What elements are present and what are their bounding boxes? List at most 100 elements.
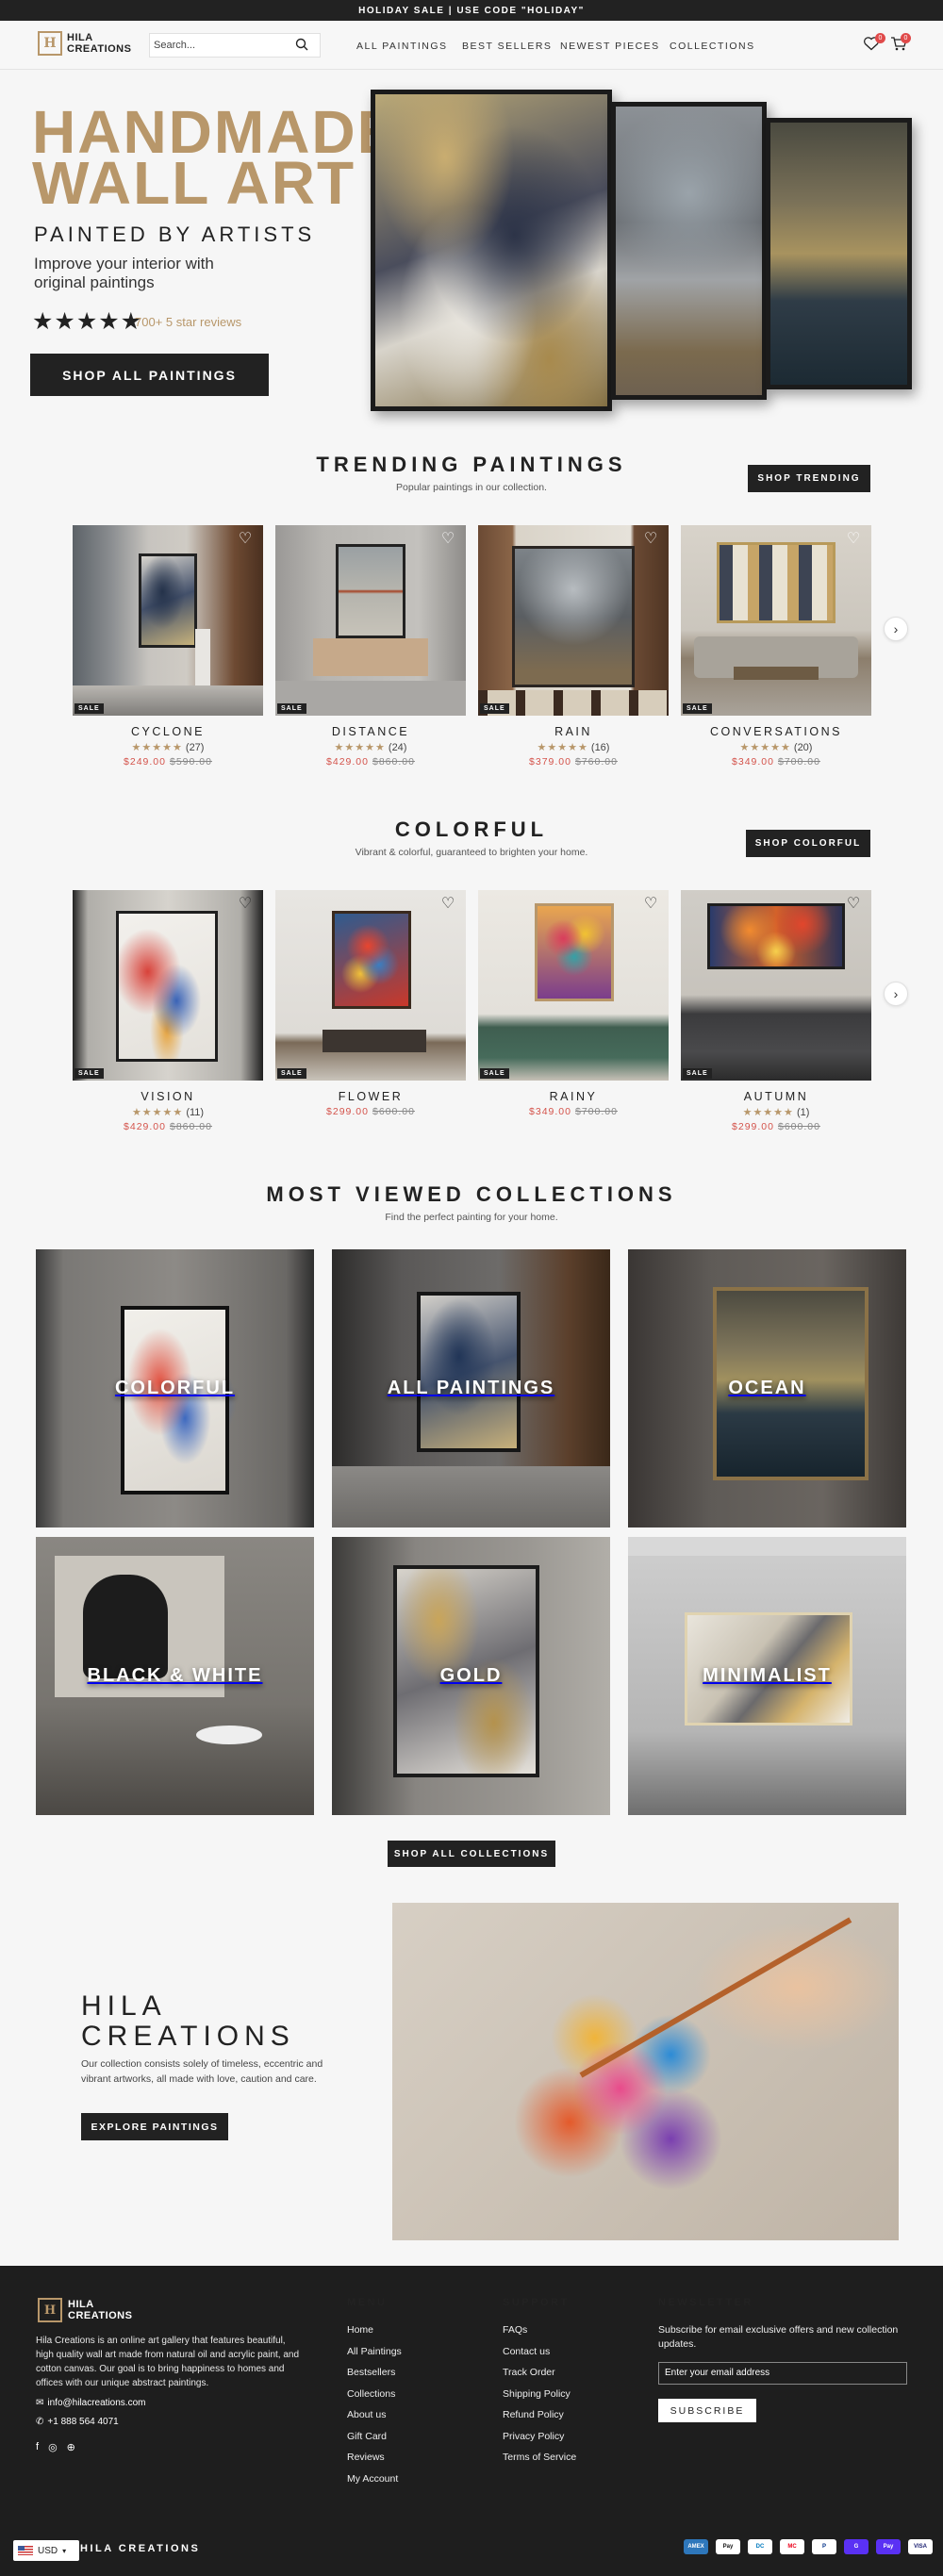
sale-badge: SALE bbox=[480, 1068, 509, 1079]
product-name[interactable]: FLOWER bbox=[275, 1090, 466, 1103]
footer-link-my-account[interactable]: My Account bbox=[347, 2469, 402, 2490]
shop-all-collections-button[interactable]: SHOP ALL COLLECTIONS bbox=[388, 1841, 555, 1867]
pinterest-icon[interactable]: ⊕ bbox=[67, 2441, 75, 2453]
product-image[interactable]: ♡ SALE bbox=[73, 525, 263, 716]
product-image[interactable]: ♡ SALE bbox=[681, 890, 871, 1081]
collection-tile-all-paintings[interactable]: ALL PAINTINGS bbox=[332, 1249, 610, 1527]
product-image[interactable]: ♡ SALE bbox=[478, 525, 669, 716]
diners-club-icon: DC bbox=[748, 2539, 772, 2554]
newsletter-text: Subscribe for email exclusive offers and… bbox=[658, 2324, 899, 2350]
footer-link-shipping-policy[interactable]: Shipping Policy bbox=[503, 2384, 576, 2405]
footer-support-list: FAQs Contact us Track Order Shipping Pol… bbox=[503, 2320, 576, 2469]
nav-newest-pieces[interactable]: NEWEST PIECES bbox=[560, 41, 660, 52]
about-title: HILA CREATIONS bbox=[81, 1990, 295, 2052]
product-name[interactable]: RAINY bbox=[478, 1090, 669, 1103]
product-price: $249.00 $590.00 bbox=[124, 756, 212, 768]
sale-badge: SALE bbox=[74, 703, 104, 714]
footer-link-about-us[interactable]: About us bbox=[347, 2404, 402, 2426]
shop-colorful-button[interactable]: SHOP COLORFUL bbox=[746, 830, 870, 857]
footer-link-refund-policy[interactable]: Refund Policy bbox=[503, 2404, 576, 2426]
shop-all-paintings-button[interactable]: SHOP ALL PAINTINGS bbox=[30, 354, 269, 396]
collection-tile-black-white[interactable]: BLACK & WHITE bbox=[36, 1537, 314, 1815]
hero-painting-ocean-horizon bbox=[766, 118, 912, 389]
footer-link-faqs[interactable]: FAQs bbox=[503, 2320, 576, 2341]
amex-icon: AMEX bbox=[684, 2539, 708, 2554]
product-card-autumn[interactable]: ♡ SALE AUTUMN ★★★★★ (1) $299.00 $600.00 bbox=[681, 890, 871, 1132]
product-card-cyclone[interactable]: ♡ SALE CYCLONE ★★★★★ (27) $249.00 $590.00 bbox=[73, 525, 263, 768]
footer-link-bestsellers[interactable]: Bestsellers bbox=[347, 2362, 402, 2384]
collection-tile-ocean[interactable]: OCEAN bbox=[628, 1249, 906, 1527]
footer-link-reviews[interactable]: Reviews bbox=[347, 2447, 402, 2469]
product-image[interactable]: ♡ SALE bbox=[73, 890, 263, 1081]
product-price: $429.00 $860.00 bbox=[326, 756, 415, 768]
facebook-icon[interactable]: f bbox=[36, 2441, 39, 2453]
wishlist-heart-icon[interactable]: ♡ bbox=[237, 531, 254, 548]
instagram-icon[interactable]: ◎ bbox=[48, 2441, 58, 2453]
mail-icon: ✉ bbox=[36, 2398, 44, 2408]
newsletter-email-input[interactable]: Enter your email address bbox=[658, 2362, 907, 2385]
explore-paintings-button[interactable]: EXPLORE PAINTINGS bbox=[81, 2113, 228, 2140]
logo[interactable]: H HILA CREATIONS bbox=[38, 31, 131, 56]
wishlist-heart-icon[interactable]: ♡ bbox=[845, 531, 862, 548]
product-card-flower[interactable]: ♡ SALE FLOWER $299.00 $600.00 bbox=[275, 890, 466, 1117]
shop-trending-button[interactable]: SHOP TRENDING bbox=[748, 465, 870, 492]
product-rating: ★★★★★ (11) bbox=[131, 1107, 205, 1118]
collections-subtitle: Find the perfect painting for your home. bbox=[385, 1212, 558, 1223]
nav-all-paintings[interactable]: ALL PAINTINGS bbox=[356, 41, 448, 52]
footer-link-terms-of-service[interactable]: Terms of Service bbox=[503, 2447, 576, 2469]
social-links: f ◎ ⊕ bbox=[36, 2441, 75, 2453]
product-image[interactable]: ♡ SALE bbox=[275, 890, 466, 1081]
wishlist-heart-icon[interactable]: ♡ bbox=[642, 896, 659, 913]
product-image[interactable]: ♡ SALE bbox=[681, 525, 871, 716]
product-card-distance[interactable]: ♡ SALE DISTANCE ★★★★★ (24) $429.00 $860.0… bbox=[275, 525, 466, 768]
wishlist-heart-icon[interactable]: ♡ bbox=[439, 531, 456, 548]
product-image[interactable]: ♡ SALE bbox=[275, 525, 466, 716]
product-name[interactable]: CONVERSATIONS bbox=[681, 725, 871, 738]
footer-link-collections[interactable]: Collections bbox=[347, 2384, 402, 2405]
product-name[interactable]: DISTANCE bbox=[275, 725, 466, 738]
collection-tile-minimalist[interactable]: MINIMALIST bbox=[628, 1537, 906, 1815]
collection-tile-gold[interactable]: GOLD bbox=[332, 1537, 610, 1815]
footer-link-home[interactable]: Home bbox=[347, 2320, 402, 2341]
wishlist-heart-icon[interactable]: ♡ bbox=[237, 896, 254, 913]
product-card-conversations[interactable]: ♡ SALE CONVERSATIONS ★★★★★ (20) $349.00 $… bbox=[681, 525, 871, 768]
product-name[interactable]: AUTUMN bbox=[681, 1090, 871, 1103]
product-card-rain[interactable]: ♡ SALE RAIN ★★★★★ (16) $379.00 $760.00 bbox=[478, 525, 669, 768]
nav-best-sellers[interactable]: BEST SELLERS bbox=[462, 41, 552, 52]
wishlist-heart-icon[interactable]: ♡ bbox=[642, 531, 659, 548]
currency-selector[interactable]: USD ▾ bbox=[13, 2540, 79, 2561]
subscribe-button[interactable]: SUBSCRIBE bbox=[658, 2399, 756, 2422]
product-card-vision[interactable]: ♡ SALE VISION ★★★★★ (11) $429.00 $860.00 bbox=[73, 890, 263, 1132]
product-card-rainy[interactable]: ♡ SALE RAINY $349.00 $700.00 bbox=[478, 890, 669, 1117]
wishlist-heart-icon[interactable]: ♡ bbox=[439, 896, 456, 913]
colorful-next-arrow-icon[interactable]: › bbox=[884, 982, 908, 1006]
phone-icon: ✆ bbox=[36, 2417, 44, 2427]
hero-reviews[interactable]: 700+ 5 star reviews bbox=[135, 315, 241, 329]
product-price: $299.00 $600.00 bbox=[732, 1121, 820, 1132]
footer-logo[interactable]: H HILA CREATIONS bbox=[38, 2298, 132, 2322]
sale-badge: SALE bbox=[683, 1068, 712, 1079]
trending-next-arrow-icon[interactable]: › bbox=[884, 617, 908, 641]
product-image[interactable]: ♡ SALE bbox=[478, 890, 669, 1081]
product-rating: ★★★★★ (27) bbox=[131, 742, 205, 753]
product-price: $379.00 $760.00 bbox=[529, 756, 618, 768]
product-name[interactable]: RAIN bbox=[478, 725, 669, 738]
hero-painting-silver-rain bbox=[611, 102, 767, 400]
product-rating: ★★★★★ (24) bbox=[334, 742, 407, 753]
footer-menu-title: MENU bbox=[347, 2297, 388, 2308]
product-name[interactable]: CYCLONE bbox=[73, 725, 263, 738]
footer-link-all-paintings[interactable]: All Paintings bbox=[347, 2341, 402, 2363]
footer-link-contact-us[interactable]: Contact us bbox=[503, 2341, 576, 2363]
search-icon[interactable] bbox=[295, 38, 308, 51]
footer-link-gift-card[interactable]: Gift Card bbox=[347, 2426, 402, 2448]
wishlist-heart-icon[interactable]: ♡ bbox=[845, 896, 862, 913]
footer-link-privacy-policy[interactable]: Privacy Policy bbox=[503, 2426, 576, 2448]
footer-support-title: SUPPORT bbox=[503, 2297, 570, 2308]
product-name[interactable]: VISION bbox=[73, 1090, 263, 1103]
collection-tile-colorful[interactable]: COLORFUL bbox=[36, 1249, 314, 1527]
footer-link-track-order[interactable]: Track Order bbox=[503, 2362, 576, 2384]
footer-email[interactable]: ✉ info@hilacreations.com bbox=[36, 2398, 145, 2408]
product-rating: ★★★★★ (16) bbox=[537, 742, 610, 753]
nav-collections[interactable]: COLLECTIONS bbox=[670, 41, 755, 52]
footer-phone[interactable]: ✆ +1 888 564 4071 bbox=[36, 2417, 119, 2427]
